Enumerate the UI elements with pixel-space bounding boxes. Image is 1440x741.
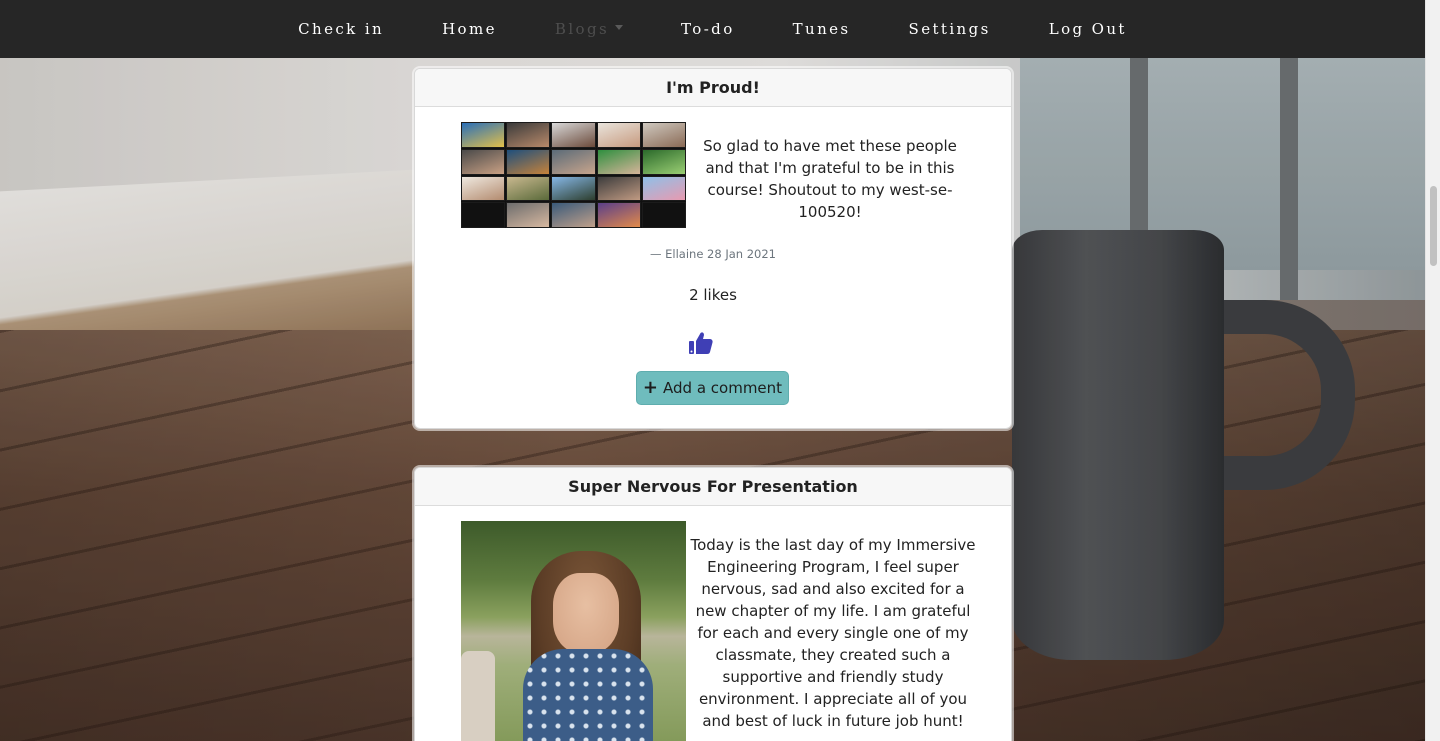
nav-check-in-label: Check in [298,20,385,38]
page-scrollbar[interactable] [1425,0,1440,741]
grid-tile [596,175,641,202]
nav-settings-label: Settings [908,20,991,38]
nav-log-out[interactable]: Log Out [1049,20,1127,38]
nav-home-label: Home [442,20,497,38]
nav-to-do[interactable]: To-do [681,20,735,38]
post-body: Today is the last day of my Immersive En… [415,506,1011,741]
plus-icon: + [642,377,659,398]
nav-tunes-label: Tunes [792,20,851,38]
grid-tile [596,202,641,228]
nav-tunes[interactable]: Tunes [793,20,851,38]
nav-blogs-dropdown[interactable]: Blogs [554,20,624,38]
navbar: Check in Home Blogs To-do Tunes Settings… [0,0,1425,58]
grid-tile [596,122,641,148]
scene-arm [461,651,495,741]
blog-post-card: Super Nervous For Presentation Today is … [414,467,1012,741]
scene-dress [523,649,653,741]
grid-tile [641,175,686,202]
grid-tile [641,122,686,148]
add-comment-label: Add a comment [663,379,783,397]
grid-tile [506,202,551,228]
post-image-video-call-grid [461,122,686,228]
grid-tile [551,148,596,175]
grid-tile [551,202,596,228]
post-title: Super Nervous For Presentation [415,468,1011,506]
grid-tile [506,148,551,175]
grid-tile [641,202,686,228]
thumbs-up-icon-graphic [689,332,713,354]
grid-tile [461,202,506,228]
caret-down-icon [615,24,624,30]
nav-log-out-label: Log Out [1048,20,1127,38]
thumbs-up-icon[interactable] [688,330,714,356]
likes-count: 2 likes [689,286,737,304]
post-text: So glad to have met these people and tha… [703,137,957,221]
grid-tile [461,175,506,202]
blog-post-card: I'm Proud! So glad to have met these peo… [414,68,1012,429]
grid-tile [596,148,641,175]
video-call-grid [461,122,686,228]
post-byline: — Ellaine 28 Jan 2021 [649,247,776,261]
nav-to-do-label: To-do [681,20,735,38]
nav-settings[interactable]: Settings [909,20,991,38]
grid-tile [551,122,596,148]
grid-tile [506,122,551,148]
outdoor-scene [461,521,686,741]
grid-tile [461,148,506,175]
post-text: Today is the last day of my Immersive En… [690,536,976,730]
grid-tile [551,175,596,202]
nav-check-in[interactable]: Check in [298,20,384,38]
post-body: So glad to have met these people and tha… [415,107,1011,428]
scene-face [553,573,619,653]
grid-tile [641,148,686,175]
nav-home[interactable]: Home [442,20,497,38]
scrollbar-thumb[interactable] [1430,186,1437,266]
nav-blogs-label: Blogs [554,20,610,38]
grid-tile [461,122,506,148]
post-image-woman-outdoors [461,521,686,741]
post-title: I'm Proud! [415,69,1011,107]
grid-tile [506,175,551,202]
add-comment-button[interactable]: + Add a comment [636,371,789,405]
